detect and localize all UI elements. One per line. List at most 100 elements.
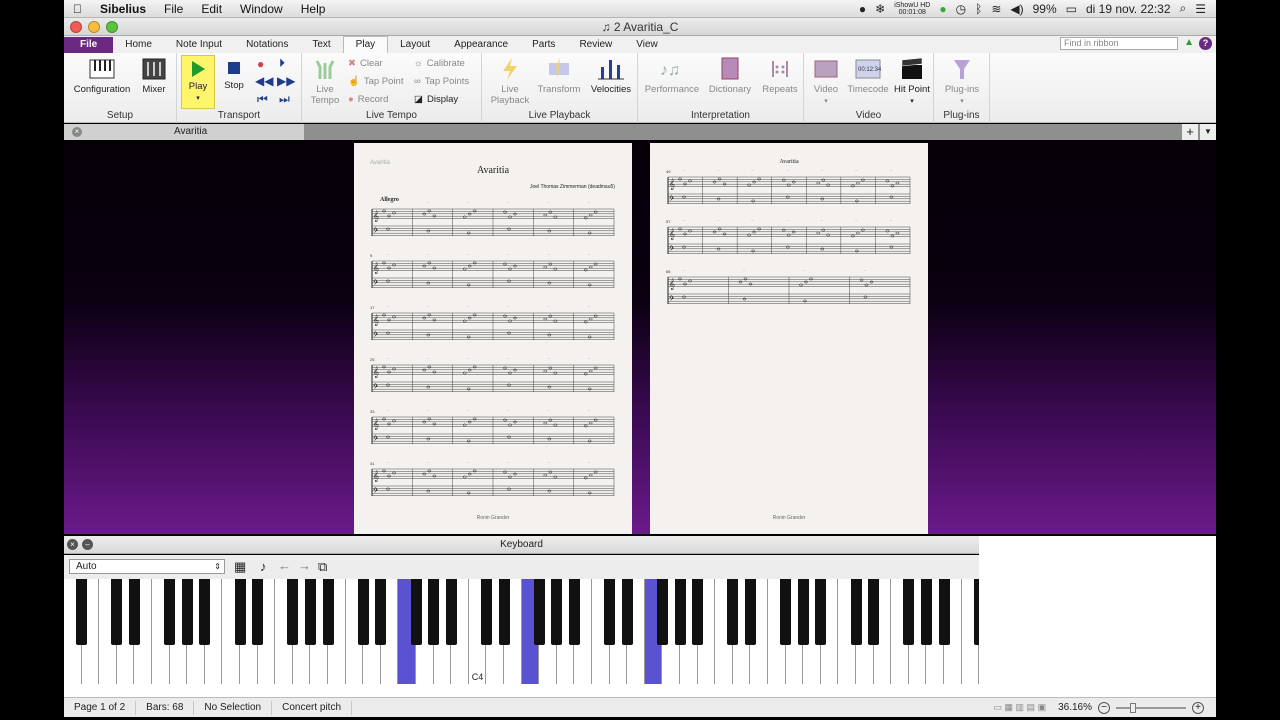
- piano-black-key[interactable]: [797, 579, 809, 645]
- piano-black-key[interactable]: [868, 579, 880, 645]
- zoom-slider-thumb[interactable]: [1130, 702, 1136, 713]
- piano-black-key[interactable]: [903, 579, 915, 645]
- ribbon-search-input[interactable]: Find in ribbon: [1060, 37, 1178, 50]
- piano-black-key[interactable]: [498, 579, 510, 645]
- clock-icon[interactable]: ◷: [956, 2, 966, 16]
- new-tab-plus-icon[interactable]: +: [1182, 124, 1198, 140]
- move-playback-line-icon[interactable]: ⏵: [279, 56, 285, 71]
- stop-button[interactable]: Stop: [219, 59, 249, 91]
- piano-black-key[interactable]: [551, 579, 563, 645]
- display-button[interactable]: ◪ Display: [414, 94, 458, 105]
- go-to-end-icon[interactable]: ⏭: [279, 92, 290, 107]
- zoom-in-icon[interactable]: +: [1192, 701, 1204, 714]
- piano-black-key[interactable]: [938, 579, 950, 645]
- keyboard-minimize-icon[interactable]: –: [82, 539, 93, 550]
- help-icon[interactable]: ?: [1199, 37, 1212, 50]
- piano-black-key[interactable]: [428, 579, 440, 645]
- tap-point-button[interactable]: ☝ Tap Point: [348, 76, 403, 87]
- mixer-button[interactable]: Mixer: [136, 57, 172, 95]
- live-tempo-button[interactable]: Live Tempo: [306, 57, 344, 106]
- piano-black-key[interactable]: [850, 579, 862, 645]
- tab-text[interactable]: Text: [300, 37, 342, 53]
- minimize-window-button[interactable]: [88, 21, 100, 33]
- clear-button[interactable]: ✖ Clear: [348, 58, 383, 69]
- dictionary-button[interactable]: Dictionary: [702, 57, 758, 95]
- piano-black-key[interactable]: [656, 579, 668, 645]
- ishowu-indicator[interactable]: iShowU HD 00:01:08: [894, 2, 930, 16]
- piano-black-key[interactable]: [604, 579, 616, 645]
- play-button[interactable]: Play ▾: [181, 55, 215, 109]
- zoom-slider[interactable]: [1116, 702, 1186, 713]
- score-page-2[interactable]: Avaritia — — — — — — — 𝄞 𝄢 49— — — — — — — 𝄞 𝄢 57— — — — 𝄞 𝄢 65 …: [650, 143, 928, 534]
- keyboard-note-icon[interactable]: ♪: [260, 559, 267, 574]
- keyboard-close-icon[interactable]: ×: [67, 539, 78, 550]
- hit-point-button[interactable]: Hit Point ▾: [892, 57, 932, 107]
- menu-window[interactable]: Window: [231, 2, 292, 16]
- zoom-level[interactable]: 36.16%: [1058, 702, 1098, 713]
- piano-black-key[interactable]: [164, 579, 176, 645]
- tab-layout[interactable]: Layout: [388, 37, 442, 53]
- snowflake-icon[interactable]: ❄: [875, 2, 885, 16]
- transform-button[interactable]: Transform: [534, 57, 584, 95]
- status-pitch[interactable]: Concert pitch: [272, 700, 353, 715]
- fast-forward-icon[interactable]: ▶▶: [277, 74, 295, 88]
- piano-black-key[interactable]: [410, 579, 422, 645]
- zoom-window-button[interactable]: [106, 21, 118, 33]
- sync-icon[interactable]: ●: [939, 2, 946, 16]
- tab-appearance[interactable]: Appearance: [442, 37, 520, 53]
- score-view[interactable]: Avaritia Avaritia Joel Thomas Zimmerman …: [64, 141, 1216, 534]
- tab-note-input[interactable]: Note Input: [164, 37, 234, 53]
- bluetooth-icon[interactable]: ᛒ: [975, 2, 982, 16]
- piano-black-key[interactable]: [234, 579, 246, 645]
- piano-black-key[interactable]: [727, 579, 739, 645]
- piano-black-key[interactable]: [252, 579, 264, 645]
- notification-list-icon[interactable]: ☰: [1195, 2, 1206, 16]
- close-window-button[interactable]: [70, 21, 82, 33]
- tab-parts[interactable]: Parts: [520, 37, 567, 53]
- tab-play[interactable]: Play: [342, 36, 389, 53]
- menu-file[interactable]: File: [155, 2, 192, 16]
- view-mode-icons[interactable]: ▭ ▦ ▥ ▤ ▣: [994, 702, 1059, 713]
- piano-black-key[interactable]: [287, 579, 299, 645]
- piano-black-key[interactable]: [568, 579, 580, 645]
- spotlight-icon[interactable]: ⌕: [1180, 1, 1187, 16]
- battery-percent[interactable]: 99%: [1033, 2, 1057, 16]
- piano-black-key[interactable]: [304, 579, 316, 645]
- tab-menu-icon[interactable]: ▼: [1200, 124, 1216, 140]
- keyboard-right-arrow-icon[interactable]: →: [298, 558, 311, 573]
- piano-black-key[interactable]: [111, 579, 123, 645]
- menu-edit[interactable]: Edit: [192, 2, 231, 16]
- record-icon[interactable]: ●: [257, 57, 264, 71]
- piano-black-key[interactable]: [322, 579, 334, 645]
- piano-black-key[interactable]: [445, 579, 457, 645]
- record-tempo-button[interactable]: ● Record: [348, 94, 388, 105]
- timecode-button[interactable]: 00:12:34 Timecode: [844, 57, 892, 95]
- piano-black-key[interactable]: [375, 579, 387, 645]
- keyboard-mode-select[interactable]: Auto ⇕: [69, 559, 225, 574]
- document-tab[interactable]: × Avaritia: [64, 124, 304, 140]
- zoom-out-icon[interactable]: −: [1098, 701, 1110, 714]
- video-button[interactable]: Video ▾: [808, 57, 844, 107]
- piano-black-key[interactable]: [128, 579, 140, 645]
- piano-black-key[interactable]: [744, 579, 756, 645]
- keyboard-grid-icon[interactable]: ▦: [234, 559, 246, 575]
- keyboard-left-arrow-icon[interactable]: ←: [278, 558, 291, 573]
- piano-black-key[interactable]: [199, 579, 211, 645]
- status-circle-icon[interactable]: ●: [859, 2, 866, 16]
- piano-black-key[interactable]: [533, 579, 545, 645]
- configuration-button[interactable]: Configuration: [70, 57, 134, 95]
- tab-notations[interactable]: Notations: [234, 37, 300, 53]
- plugins-button[interactable]: Plug-ins ▾: [938, 57, 986, 107]
- piano-keyboard[interactable]: C4: [64, 579, 979, 684]
- keyboard-overlap-icon[interactable]: ⧉: [318, 559, 327, 575]
- menu-app-sibelius[interactable]: Sibelius: [91, 2, 155, 16]
- piano-black-key[interactable]: [815, 579, 827, 645]
- tap-points-button[interactable]: ∞ Tap Points: [414, 76, 469, 87]
- performance-button[interactable]: ♪♫ Performance: [642, 57, 702, 95]
- tab-home[interactable]: Home: [113, 37, 164, 53]
- piano-black-key[interactable]: [621, 579, 633, 645]
- apple-icon[interactable]: : [64, 2, 91, 16]
- velocities-button[interactable]: Velocities: [586, 57, 636, 95]
- calibrate-button[interactable]: ☼ Calibrate: [414, 58, 465, 69]
- repeats-button[interactable]: Repeats: [758, 57, 802, 95]
